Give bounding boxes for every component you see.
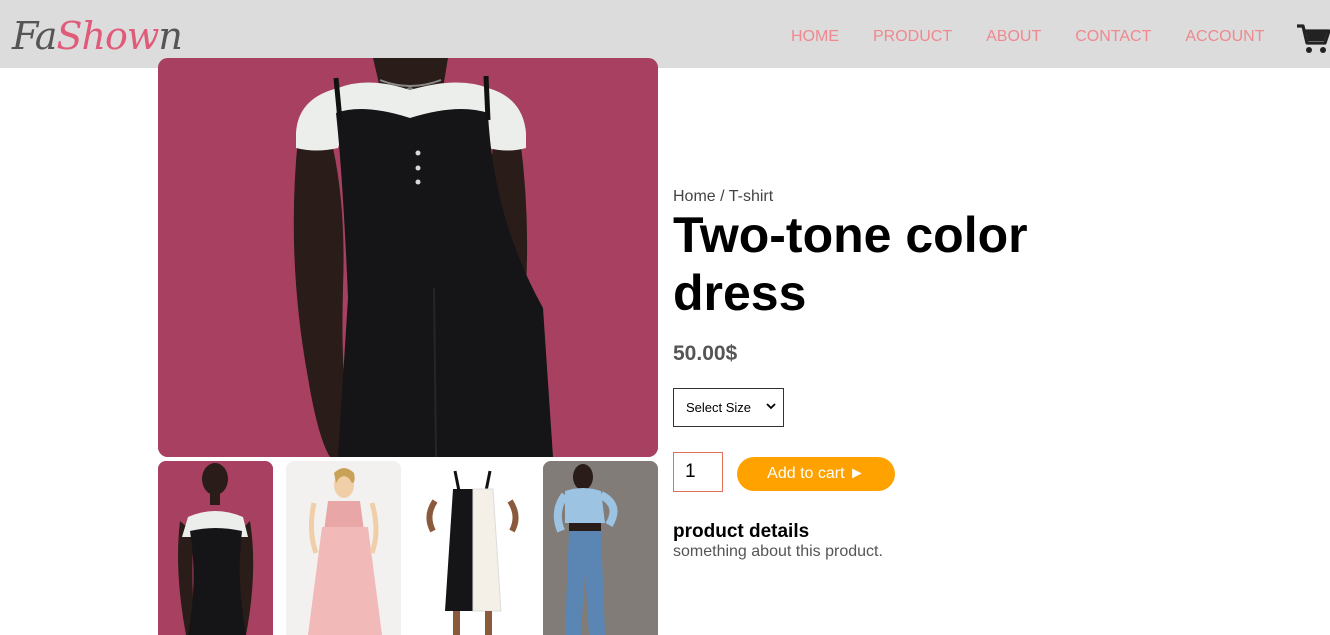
thumbnail-gallery <box>158 461 658 635</box>
shopping-cart-icon[interactable] <box>1296 22 1330 56</box>
thumbnail-blue-outfit[interactable] <box>543 461 658 635</box>
product-title: Two-tone color dress <box>673 207 1028 321</box>
nav-links: HOME PRODUCT ABOUT CONTACT ACCOUNT <box>791 27 1298 47</box>
quantity-input[interactable] <box>673 452 723 492</box>
size-select-value: Select Size <box>686 400 752 415</box>
product-details-heading: product details <box>673 521 810 542</box>
logo-text-part1: Fa <box>12 14 57 58</box>
thumbnail-two-tone-dress[interactable] <box>415 461 530 635</box>
add-to-cart-button[interactable]: Add to cart ► <box>737 457 895 491</box>
nav-contact[interactable]: CONTACT <box>1075 27 1151 47</box>
nav-home[interactable]: HOME <box>791 27 839 47</box>
logo-text-part2: Show <box>56 14 159 58</box>
thumbnail-black-dress[interactable] <box>158 461 273 635</box>
nav-product[interactable]: PRODUCT <box>873 27 952 47</box>
nav-about[interactable]: ABOUT <box>986 27 1041 47</box>
main-product-image <box>158 58 658 457</box>
product-details-text: something about this product. <box>673 543 883 560</box>
nav-account[interactable]: ACCOUNT <box>1185 27 1264 47</box>
logo-text-part3: n <box>158 14 183 58</box>
breadcrumb[interactable]: Home / T-shirt <box>673 187 773 207</box>
size-select[interactable]: Select Size <box>673 388 784 427</box>
brand-logo[interactable]: FaShown <box>12 10 183 62</box>
product-price: 50.00$ <box>673 342 738 365</box>
thumbnail-pink-dress[interactable] <box>286 461 401 635</box>
chevron-down-icon <box>766 403 776 410</box>
